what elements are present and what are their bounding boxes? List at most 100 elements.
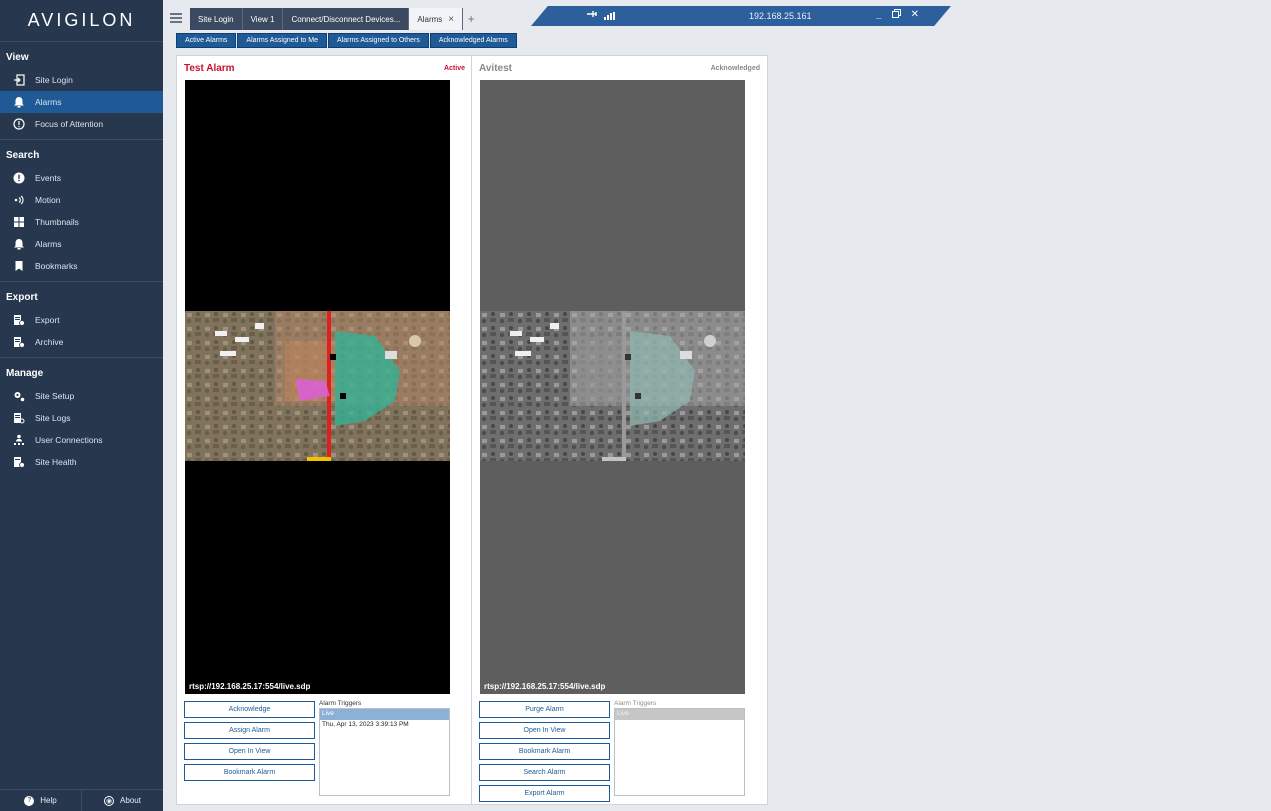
sidebar-item-label: Alarms — [35, 97, 62, 107]
video-panel[interactable]: rtsp://192.168.25.17:554/live.sdp — [480, 80, 745, 694]
sidebar-item-label: Motion — [35, 195, 61, 205]
sidebar-item-site-setup[interactable]: Site Setup — [0, 385, 163, 407]
sidebar-item-label: User Connections — [35, 435, 103, 445]
purge-alarm-button[interactable]: Purge Alarm — [479, 701, 610, 718]
about-button[interactable]: ◉ About — [81, 790, 163, 811]
section-view-title: View — [6, 52, 29, 63]
sidebar-item-alarms[interactable]: Alarms — [0, 91, 163, 113]
minimize-icon[interactable]: _ — [876, 9, 882, 21]
export-alarm-button[interactable]: Export Alarm — [479, 785, 610, 802]
alarm-triggers-label: Alarm Triggers — [319, 700, 362, 707]
alarm-actions: Purge Alarm Open In View Bookmark Alarm … — [479, 701, 610, 806]
help-icon: ? — [24, 795, 35, 806]
bookmark-alarm-button[interactable]: Bookmark Alarm — [479, 743, 610, 760]
tab-site-login[interactable]: Site Login — [190, 8, 243, 30]
open-in-view-button[interactable]: Open In View — [184, 743, 315, 760]
list-item[interactable]: Live — [320, 709, 449, 720]
alarm-card: Test Alarm Active rtsp://192.168.25.17:5… — [176, 55, 473, 805]
sidebar-footer: ? Help ◉ About — [0, 789, 163, 811]
stream-url: rtsp://192.168.25.17:554/live.sdp — [484, 682, 606, 691]
list-item[interactable]: Thu, Apr 13, 2023 3:39:13 PM — [320, 720, 449, 731]
pin-icon[interactable] — [586, 9, 598, 22]
sidebar-item-label: Events — [35, 173, 61, 183]
stream-url: rtsp://192.168.25.17:554/live.sdp — [189, 682, 311, 691]
menu-icon[interactable] — [168, 11, 184, 25]
grid-icon — [12, 215, 26, 229]
sidebar-item-label: Site Setup — [35, 391, 75, 401]
section-export-title: Export — [6, 292, 38, 303]
alarm-triggers: Alarm Triggers Live — [614, 700, 745, 798]
bell-icon — [12, 95, 26, 109]
sidebar-item-label: Export — [35, 315, 60, 325]
close-tab-icon[interactable]: × — [448, 14, 454, 25]
sidebar-item-events[interactable]: Events — [0, 167, 163, 189]
video-panel[interactable]: rtsp://192.168.25.17:554/live.sdp — [185, 80, 450, 694]
sidebar: AVIGILON View Site Login Alarms Focus of… — [0, 0, 163, 811]
add-tab-icon[interactable]: + — [463, 8, 479, 30]
camera-feed[interactable] — [185, 311, 450, 461]
gears-icon — [12, 389, 26, 403]
tab-connect-disconnect-devices[interactable]: Connect/Disconnect Devices... — [283, 8, 410, 30]
filter-assigned-to-me-button[interactable]: Alarms Assigned to Me — [237, 33, 327, 48]
open-in-view-button[interactable]: Open In View — [479, 722, 610, 739]
tab-label: Site Login — [198, 14, 234, 24]
sidebar-item-label: Bookmarks — [35, 261, 78, 271]
avigilon-logo: AVIGILON — [0, 0, 163, 42]
camera-feed[interactable] — [480, 311, 745, 461]
alarm-title: Test Alarm — [184, 63, 235, 74]
sidebar-item-site-logs[interactable]: Site Logs — [0, 407, 163, 429]
sidebar-item-label: Alarms — [35, 239, 62, 249]
alarm-triggers-label: Alarm Triggers — [614, 700, 657, 707]
list-item[interactable]: Live — [615, 709, 744, 720]
export-icon — [12, 313, 26, 327]
sidebar-item-site-health[interactable]: Site Health — [0, 451, 163, 473]
restore-icon[interactable] — [891, 9, 901, 21]
connection-icons — [586, 9, 615, 22]
alarm-filters: Active Alarms Alarms Assigned to Me Alar… — [176, 33, 517, 48]
alarm-card: Avitest Acknowledged rtsp://192.168.25.1… — [471, 55, 768, 805]
sidebar-item-motion[interactable]: Motion — [0, 189, 163, 211]
user-connections-icon — [12, 433, 26, 447]
section-search-title: Search — [6, 150, 40, 161]
filter-active-alarms-button[interactable]: Active Alarms — [176, 33, 237, 48]
bookmark-alarm-button[interactable]: Bookmark Alarm — [184, 764, 315, 781]
bookmark-icon — [12, 259, 26, 273]
sidebar-item-bookmarks[interactable]: Bookmarks — [0, 255, 163, 277]
login-icon — [12, 73, 26, 87]
motion-icon — [12, 193, 26, 207]
tab-label: Connect/Disconnect Devices... — [291, 14, 401, 24]
alarm-title: Avitest — [479, 63, 512, 74]
acknowledge-button[interactable]: Acknowledge — [184, 701, 315, 718]
tab-label: View 1 — [250, 14, 275, 24]
help-button[interactable]: ? Help — [0, 790, 81, 811]
logs-icon — [12, 411, 26, 425]
sidebar-item-site-login[interactable]: Site Login — [0, 69, 163, 91]
close-icon[interactable]: ✕ — [911, 9, 919, 21]
about-label: About — [120, 796, 141, 805]
sidebar-item-focus-of-attention[interactable]: Focus of Attention — [0, 113, 163, 135]
sidebar-item-archive[interactable]: Archive — [0, 331, 163, 353]
filter-assigned-to-others-button[interactable]: Alarms Assigned to Others — [328, 33, 429, 48]
window-controls: _ ✕ — [876, 9, 919, 21]
filter-acknowledged-alarms-button[interactable]: Acknowledged Alarms — [429, 33, 517, 48]
search-alarm-button[interactable]: Search Alarm — [479, 764, 610, 781]
alarm-triggers: Alarm Triggers Live Thu, Apr 13, 2023 3:… — [319, 700, 450, 798]
tab-alarms[interactable]: Alarms × — [409, 8, 464, 30]
exclamation-icon — [12, 171, 26, 185]
sidebar-item-label: Site Logs — [35, 413, 71, 423]
connection-bar: 192.168.25.161 _ ✕ — [531, 6, 951, 26]
alarm-triggers-list[interactable]: Live Thu, Apr 13, 2023 3:39:13 PM — [319, 708, 450, 796]
sidebar-item-search-alarms[interactable]: Alarms — [0, 233, 163, 255]
alarm-actions: Acknowledge Assign Alarm Open In View Bo… — [184, 701, 315, 785]
sidebar-item-thumbnails[interactable]: Thumbnails — [0, 211, 163, 233]
assign-alarm-button[interactable]: Assign Alarm — [184, 722, 315, 739]
archive-icon — [12, 335, 26, 349]
tab-label: Alarms — [417, 14, 443, 24]
tab-view-1[interactable]: View 1 — [242, 8, 284, 30]
top-bar: Site Login View 1 Connect/Disconnect Dev… — [163, 0, 1271, 30]
sidebar-item-export[interactable]: Export — [0, 309, 163, 331]
about-icon: ◉ — [104, 795, 115, 806]
tab-strip: Site Login View 1 Connect/Disconnect Dev… — [168, 8, 479, 30]
sidebar-item-user-connections[interactable]: User Connections — [0, 429, 163, 451]
alarm-triggers-list[interactable]: Live — [614, 708, 745, 796]
